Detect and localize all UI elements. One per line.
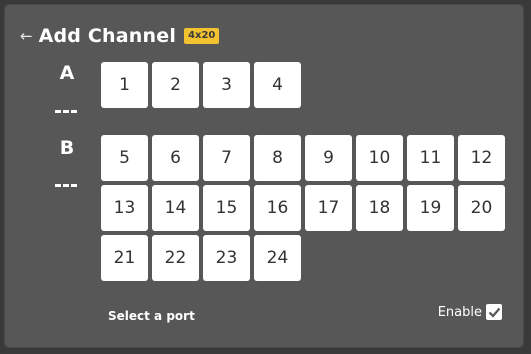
port-button-10[interactable]: 10 bbox=[356, 135, 403, 181]
enable-checkbox[interactable] bbox=[486, 304, 502, 320]
page-title: Add Channel bbox=[38, 25, 177, 47]
arrow-left-icon[interactable]: ← bbox=[20, 28, 33, 44]
add-channel-panel: ← Add Channel 4x20 A 1234 B 5 6 7 8 9 10 11 12 1… bbox=[4, 4, 524, 348]
group-a-dash bbox=[55, 110, 77, 113]
group-b-port-grid: 5 6 7 8 9 10 11 12 13 14 15 16 17 18 19 20 21 22 23 24 bbox=[101, 135, 505, 281]
port-button-17[interactable]: 17 bbox=[305, 185, 352, 231]
port-button-13[interactable]: 13 bbox=[101, 185, 148, 231]
panel-header: ← Add Channel 4x20 bbox=[20, 24, 220, 48]
enable-toggle[interactable]: Enable bbox=[438, 304, 502, 320]
port-button-21[interactable]: 21 bbox=[101, 235, 148, 281]
port-button-2[interactable]: 2 bbox=[152, 62, 199, 108]
port-button-23[interactable]: 23 bbox=[203, 235, 250, 281]
port-button-8[interactable]: 8 bbox=[254, 135, 301, 181]
port-button-19[interactable]: 19 bbox=[407, 185, 454, 231]
group-b-dash bbox=[55, 184, 77, 187]
group-a-port-grid: 1234 bbox=[101, 62, 505, 108]
port-button-11[interactable]: 11 bbox=[407, 135, 454, 181]
port-button-9[interactable]: 9 bbox=[305, 135, 352, 181]
port-button-14[interactable]: 14 bbox=[152, 185, 199, 231]
port-button-18[interactable]: 18 bbox=[356, 185, 403, 231]
port-button-4[interactable]: 4 bbox=[254, 62, 301, 108]
port-button-15[interactable]: 15 bbox=[203, 185, 250, 231]
mode-badge: 4x20 bbox=[184, 28, 220, 44]
port-button-12[interactable]: 12 bbox=[458, 135, 505, 181]
group-a-label: A bbox=[59, 62, 75, 84]
port-button-5[interactable]: 5 bbox=[101, 135, 148, 181]
port-button-1[interactable]: 1 bbox=[101, 62, 148, 108]
port-button-7[interactable]: 7 bbox=[203, 135, 250, 181]
port-button-24[interactable]: 24 bbox=[254, 235, 301, 281]
select-port-hint: Select a port bbox=[108, 309, 195, 323]
port-button-22[interactable]: 22 bbox=[152, 235, 199, 281]
port-button-16[interactable]: 16 bbox=[254, 185, 301, 231]
group-b-label: B bbox=[59, 137, 75, 159]
port-button-3[interactable]: 3 bbox=[203, 62, 250, 108]
enable-label: Enable bbox=[437, 304, 482, 320]
port-button-20[interactable]: 20 bbox=[458, 185, 505, 231]
port-button-6[interactable]: 6 bbox=[152, 135, 199, 181]
checkmark-icon bbox=[488, 307, 500, 318]
